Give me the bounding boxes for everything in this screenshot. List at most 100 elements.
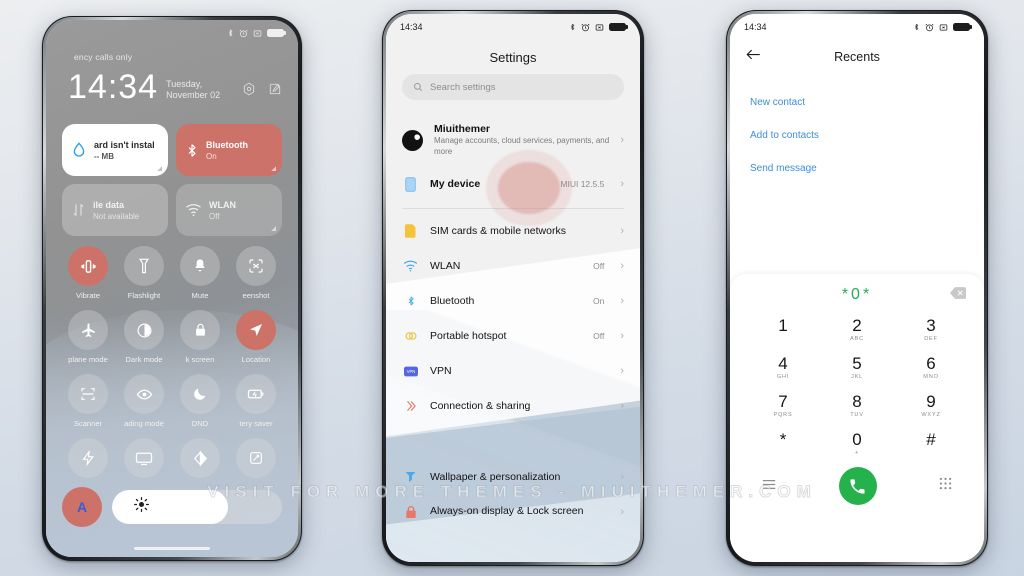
toggle-location[interactable]: Location xyxy=(228,310,284,364)
toggle-dnd[interactable]: DND xyxy=(172,374,228,428)
wifi-icon xyxy=(402,258,419,275)
bluetooth-icon xyxy=(570,23,575,31)
toggle-battery-saver[interactable]: tery saver xyxy=(228,374,284,428)
card-subtitle: -- MB xyxy=(94,151,114,161)
settings-root: 14:34 Settings Search settings Miuitheme… xyxy=(386,14,640,562)
lockscreen-clock: 14:34 xyxy=(68,68,159,106)
dialed-number-row: *0* xyxy=(730,280,984,310)
dialpad-key-star[interactable]: * xyxy=(746,426,820,462)
key-letters: JKL xyxy=(850,374,864,380)
recents-header: Recents xyxy=(730,40,984,74)
card-title: Bluetooth xyxy=(206,139,248,150)
toggle-lock-screen[interactable]: k screen xyxy=(172,310,228,364)
dialpad-key-hash[interactable]: # xyxy=(894,426,968,462)
card-subtitle: Not available xyxy=(93,211,140,221)
card-bluetooth[interactable]: Bluetooth On xyxy=(176,124,282,176)
edit-icon[interactable] xyxy=(268,82,282,101)
toggle-label: Dark mode xyxy=(125,355,163,364)
back-arrow-icon[interactable] xyxy=(746,48,761,66)
key-digit: # xyxy=(926,430,936,449)
settings-row-connection-sharing[interactable]: Connection & sharing › xyxy=(386,389,640,424)
toggle-scanner[interactable]: Scanner xyxy=(60,374,116,428)
settings-row-vpn[interactable]: VPN VPN › xyxy=(386,354,640,389)
chevron-right-icon: › xyxy=(620,329,624,342)
wallpaper-icon xyxy=(402,469,419,486)
row-label: Wallpaper & personalization xyxy=(430,471,561,484)
call-icon[interactable] xyxy=(838,467,877,505)
darkmode-icon xyxy=(124,310,164,350)
lightning-icon xyxy=(68,438,108,478)
toggle-screenshot[interactable]: eenshot xyxy=(228,246,284,300)
bluetooth-icon xyxy=(402,293,419,310)
search-input[interactable]: Search settings xyxy=(402,74,624,100)
moon-icon xyxy=(180,374,220,414)
dialpad-key-3[interactable]: 3 DEF xyxy=(894,312,968,348)
row-text: VPN xyxy=(430,365,593,377)
toggle-lightning[interactable] xyxy=(60,438,116,478)
toggle-ultra-battery[interactable] xyxy=(172,438,228,478)
key-letters: MNO xyxy=(923,374,939,380)
toggle-label: ading mode xyxy=(124,419,164,428)
backspace-icon[interactable] xyxy=(950,286,966,304)
toggle-mute[interactable]: Mute xyxy=(172,246,228,300)
dialpad-key-6[interactable]: 6 MNO xyxy=(894,350,968,386)
toggle-airplane-mode[interactable]: plane mode xyxy=(60,310,116,364)
key-digit: 6 xyxy=(926,354,936,373)
card-subtitle: Off xyxy=(209,211,220,221)
key-letters: + xyxy=(854,450,860,456)
settings-connectivity-block: SIM cards & mobile networks › WLAN Off › xyxy=(386,214,640,424)
lockscreen-cards: ard isn't instal -- MB Bluetooth On ile … xyxy=(46,124,298,236)
link-add-to-contacts[interactable]: Add to contacts xyxy=(750,119,964,152)
settings-row-wallpaper[interactable]: Wallpaper & personalization › xyxy=(386,460,640,495)
toggle-flashlight[interactable]: Flashlight xyxy=(116,246,172,300)
auto-brightness-label: A xyxy=(76,499,88,515)
keypad-icon[interactable] xyxy=(939,477,952,495)
settings-row-bluetooth[interactable]: Bluetooth On › xyxy=(386,284,640,319)
card-sim[interactable]: ard isn't instal -- MB xyxy=(62,124,168,176)
dialpad-key-4[interactable]: 4 GHI xyxy=(746,350,820,386)
card-title: ard isn't instal xyxy=(94,139,155,150)
alarm-icon xyxy=(581,23,590,31)
row-text: SIM cards & mobile networks xyxy=(430,225,593,237)
dialpad-key-8[interactable]: 8 TUV xyxy=(820,388,894,424)
card-wlan[interactable]: WLAN Off xyxy=(176,184,282,236)
vpn-icon: VPN xyxy=(402,363,419,380)
toggle-label: Vibrate xyxy=(76,291,100,300)
dialed-number[interactable]: *0* xyxy=(842,286,872,304)
lockscreen-date: Tuesday, November 02 xyxy=(166,79,221,101)
link-new-contact[interactable]: New contact xyxy=(750,86,964,119)
brightness-slider[interactable] xyxy=(112,490,282,524)
chevron-right-icon: › xyxy=(620,399,624,412)
toggle-dark-mode[interactable]: Dark mode xyxy=(116,310,172,364)
dialpad-key-5[interactable]: 5 JKL xyxy=(820,350,894,386)
status-icons xyxy=(227,28,286,38)
clock-row: 14:34 Tuesday, November 02 xyxy=(62,70,282,104)
link-send-message[interactable]: Send message xyxy=(750,152,964,185)
toggle-reading-mode[interactable]: ading mode xyxy=(116,374,172,428)
toggle-cast[interactable] xyxy=(116,438,172,478)
screenshot-icon xyxy=(939,24,948,30)
settings-row-wlan[interactable]: WLAN Off › xyxy=(386,249,640,284)
row-text: WLAN xyxy=(430,260,582,272)
dialpad-key-7[interactable]: 7 PQRS xyxy=(746,388,820,424)
toggle-vibrate[interactable]: Vibrate xyxy=(60,246,116,300)
auto-brightness-button[interactable]: A xyxy=(62,487,102,527)
dialpad-key-9[interactable]: 9 WXYZ xyxy=(894,388,968,424)
dialpad-key-2[interactable]: 2 ABC xyxy=(820,312,894,348)
phone1-status-bar xyxy=(46,20,298,46)
dialpad-key-1[interactable]: 1 xyxy=(746,312,820,348)
chevron-right-icon: › xyxy=(620,364,624,377)
toggle-rotate[interactable] xyxy=(228,438,284,478)
camera-icon[interactable] xyxy=(242,82,256,101)
scanner-icon xyxy=(68,374,108,414)
settings-row-lockscreen[interactable]: Always-on display & Lock screen › xyxy=(386,495,640,530)
settings-row-hotspot[interactable]: Portable hotspot Off › xyxy=(386,319,640,354)
card-mobile-data[interactable]: ile data Not available xyxy=(62,184,168,236)
phone-lockscreen-frame: ency calls only 14:34 Tuesday, November … xyxy=(42,16,302,561)
toggle-label: Mute xyxy=(191,291,209,300)
row-label: Bluetooth xyxy=(430,295,475,308)
battery-icon xyxy=(267,29,286,37)
dialpad-key-0[interactable]: 0 + xyxy=(820,426,894,462)
row-value: On xyxy=(592,296,605,307)
menu-icon[interactable] xyxy=(762,477,776,495)
